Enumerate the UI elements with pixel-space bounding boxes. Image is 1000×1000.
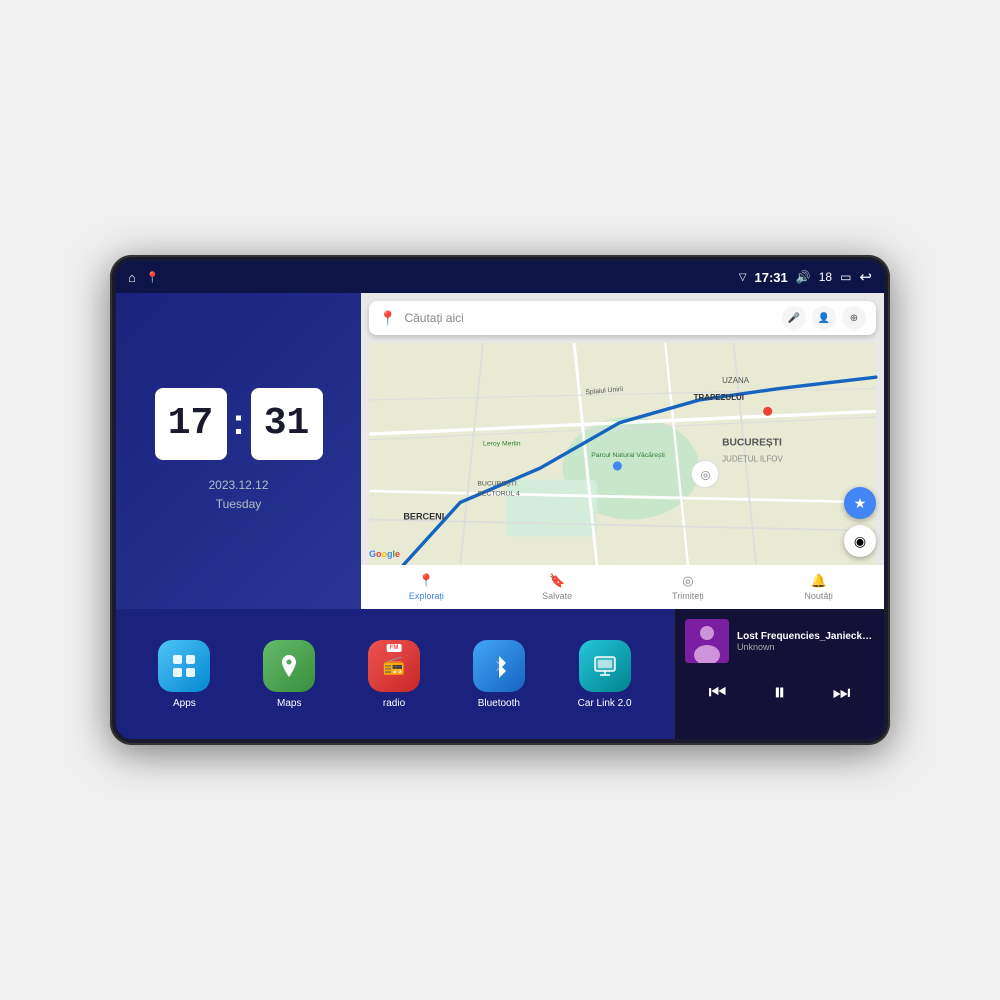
volume-icon: 🔊 (796, 270, 811, 284)
music-info: Lost Frequencies_Janieck Devy-... Unknow… (685, 619, 874, 663)
carlink-label: Car Link 2.0 (578, 698, 632, 709)
app-item-apps[interactable]: Apps (158, 640, 210, 709)
compass-btn[interactable]: ★ (844, 487, 876, 519)
svg-text:BUCUREȘTI: BUCUREȘTI (477, 480, 517, 487)
map-svg: UZANA TRAPEZULUI BUCUREȘTI JUDEȚUL ILFOV… (361, 343, 884, 565)
saved-label: Salvate (542, 591, 572, 601)
apps-bar: Apps Maps 📻 FM (116, 609, 674, 739)
play-pause-btn[interactable]: ⏸ (766, 675, 794, 711)
map-nav-trimiteți[interactable]: ◎ Trimiteți (623, 573, 754, 601)
app-item-carlink[interactable]: Car Link 2.0 (578, 640, 632, 709)
saved-icon: 🔖 (549, 573, 565, 589)
explore-label: Explorați (409, 591, 444, 601)
music-title: Lost Frequencies_Janieck Devy-... (737, 631, 874, 642)
clock-display: 17 : 31 (155, 388, 323, 460)
app-item-bluetooth[interactable]: Bluetooth (473, 640, 525, 709)
maps-shortcut-icon[interactable]: 📍 (146, 271, 160, 284)
bottom-section: Apps Maps 📻 FM (116, 609, 884, 739)
signal-icon: ▽ (739, 272, 747, 283)
map-nav-salvate[interactable]: 🔖 Salvate (492, 573, 623, 601)
svg-text:BERCENI: BERCENI (403, 511, 444, 521)
svg-text:JUDEȚUL ILFOV: JUDEȚUL ILFOV (722, 454, 783, 463)
map-visual: UZANA TRAPEZULUI BUCUREȘTI JUDEȚUL ILFOV… (361, 343, 884, 565)
clock-panel: 17 : 31 2023.12.12 Tuesday (116, 293, 361, 609)
send-label: Trimiteți (672, 591, 704, 601)
maps-label: Maps (277, 698, 301, 709)
prev-btn[interactable]: ⏮ (701, 678, 735, 709)
clock-date: 2023.12.12 Tuesday (208, 476, 268, 514)
radio-app-icon: 📻 FM (368, 640, 420, 692)
battery-icon: ▭ (840, 270, 851, 284)
svg-text:Parcul Natural Văcărești: Parcul Natural Văcărești (591, 452, 665, 459)
map-bottom-bar: 📍 Explorați 🔖 Salvate ◎ Trimiteți 🔔 (361, 565, 884, 609)
clock-colon: : (233, 401, 245, 443)
music-controls: ⏮ ⏸ ⏭ (685, 675, 874, 711)
send-icon: ◎ (682, 573, 693, 589)
status-time: 17:31 (755, 270, 788, 285)
music-text: Lost Frequencies_Janieck Devy-... Unknow… (737, 631, 874, 652)
app-item-radio[interactable]: 📻 FM radio (368, 640, 420, 709)
news-icon: 🔔 (811, 573, 827, 589)
maps-app-icon (263, 640, 315, 692)
news-label: Noutăți (804, 591, 833, 601)
status-bar: ⌂ 📍 ▽ 17:31 🔊 18 ▭ ↩ (116, 261, 884, 293)
top-section: 17 : 31 2023.12.12 Tuesday 📍 Căutați aic… (116, 293, 884, 609)
apps-icon (158, 640, 210, 692)
battery-level: 18 (819, 270, 832, 284)
clock-hour: 17 (155, 388, 227, 460)
explore-icon: 📍 (418, 573, 434, 589)
car-head-unit: ⌂ 📍 ▽ 17:31 🔊 18 ▭ ↩ 17 : (110, 255, 890, 745)
bluetooth-label: Bluetooth (478, 698, 520, 709)
device-screen: ⌂ 📍 ▽ 17:31 🔊 18 ▭ ↩ 17 : (116, 261, 884, 739)
app-item-maps[interactable]: Maps (263, 640, 315, 709)
map-search-actions: 🎤 👤 ⊕ (782, 306, 866, 330)
status-left-icons: ⌂ 📍 (128, 270, 160, 285)
map-search-bar[interactable]: 📍 Căutați aici 🎤 👤 ⊕ (369, 301, 876, 335)
svg-text:BUCUREȘTI: BUCUREȘTI (722, 437, 782, 448)
map-panel[interactable]: 📍 Căutați aici 🎤 👤 ⊕ (361, 293, 884, 609)
svg-text:SECTORUL 4: SECTORUL 4 (477, 491, 520, 498)
home-icon[interactable]: ⌂ (128, 270, 136, 285)
music-panel: Lost Frequencies_Janieck Devy-... Unknow… (674, 609, 884, 739)
radio-label: radio (383, 698, 405, 709)
music-artist: Unknown (737, 642, 874, 652)
map-nav-explorați[interactable]: 📍 Explorați (361, 573, 492, 601)
main-content: 17 : 31 2023.12.12 Tuesday 📍 Căutați aic… (116, 293, 884, 739)
apps-label: Apps (173, 698, 196, 709)
layers-btn[interactable]: ⊕ (842, 306, 866, 330)
carlink-icon (579, 640, 631, 692)
next-btn[interactable]: ⏭ (825, 678, 859, 709)
clock-minute: 31 (251, 388, 323, 460)
location-btn[interactable]: ◉ (844, 525, 876, 557)
map-nav-noutăți[interactable]: 🔔 Noutăți (753, 573, 884, 601)
svg-text:UZANA: UZANA (722, 376, 750, 385)
svg-text:TRAPEZULUI: TRAPEZULUI (694, 393, 744, 402)
map-search-input[interactable]: Căutați aici (404, 311, 774, 325)
account-btn[interactable]: 👤 (812, 306, 836, 330)
status-right-info: ▽ 17:31 🔊 18 ▭ ↩ (739, 268, 872, 286)
svg-text:◎: ◎ (700, 469, 710, 481)
back-icon[interactable]: ↩ (859, 268, 872, 286)
voice-search-btn[interactable]: 🎤 (782, 306, 806, 330)
map-pin-icon: 📍 (379, 310, 396, 327)
google-logo: Google (369, 549, 400, 559)
svg-text:Leroy Merlin: Leroy Merlin (483, 440, 521, 447)
music-album-art (685, 619, 729, 663)
bluetooth-icon (473, 640, 525, 692)
